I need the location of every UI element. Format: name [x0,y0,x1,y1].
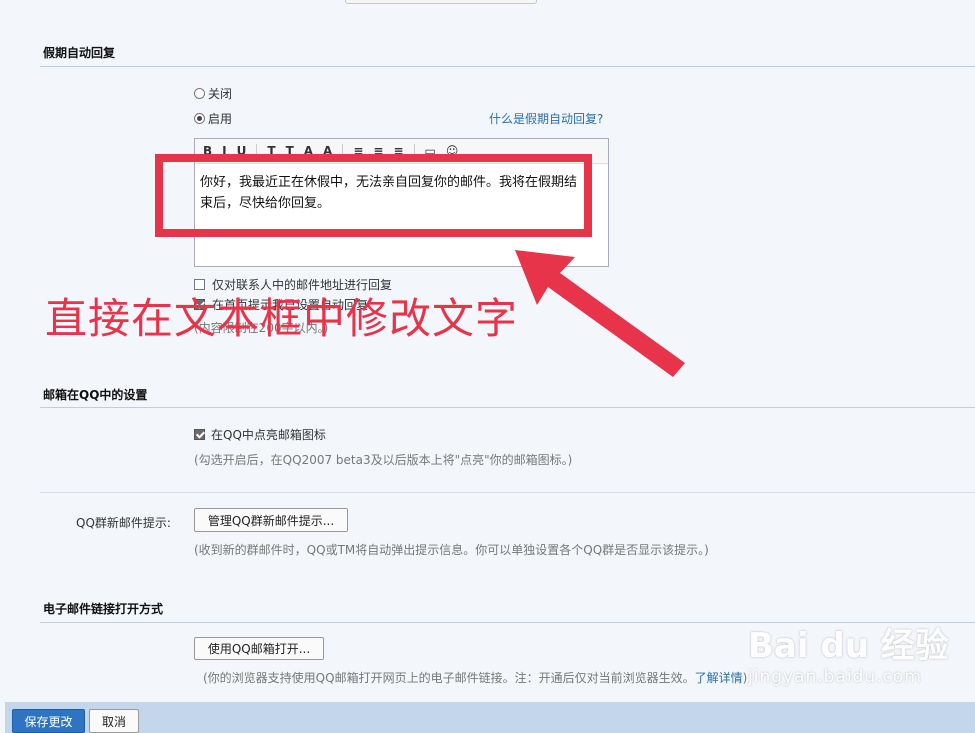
qq-settings-section-title: 邮箱在QQ中的设置 [43,388,148,402]
vacation-section-title: 假期自动回复 [43,46,116,60]
qq-group-label: QQ群新邮件提示: [76,516,171,530]
annotation-arrow-icon [515,250,685,377]
baidu-watermark-logo: Bai du 经验 [748,626,949,666]
vacation-off-label: 关闭 [208,87,233,101]
vacation-on-option[interactable]: 启用 [194,110,232,127]
email-link-section-title: 电子邮件链接打开方式 [43,602,164,616]
footer-bar [5,702,975,733]
vacation-off-option[interactable]: 关闭 [194,85,232,102]
qq-settings-divider [40,407,975,408]
qq-group-hint: (收到新的群邮件时，QQ或TM将自动弹出提示信息。你可以单独设置各个QQ群是否显… [194,543,709,557]
use-qq-mail-button[interactable]: 使用QQ邮箱打开... [194,637,324,660]
save-changes-button[interactable]: 保存更改 [12,709,85,733]
email-link-hint: (你的浏览器支持使用QQ邮箱打开网页上的电子邮件链接。注：开通后仅对当前浏览器生… [203,671,695,685]
baidu-watermark-url: jingyan.baidu.com [748,667,922,687]
qq-group-divider [40,492,975,493]
vacation-on-label: 启用 [208,112,233,126]
vacation-on-radio[interactable] [194,113,205,124]
cancel-button[interactable]: 取消 [89,709,139,733]
annotation-arrow-shape [515,250,685,377]
highlight-icon-option[interactable]: 在QQ中点亮邮箱图标 [194,426,326,443]
annotation-text: 直接在文本框中修改文字 [45,294,519,343]
highlight-icon-checkbox[interactable] [194,429,205,440]
vacation-help-link[interactable]: 什么是假期自动回复? [489,110,603,127]
email-link-hint-end: ) [742,671,748,685]
manage-qq-group-button[interactable]: 管理QQ群新邮件提示... [194,508,348,532]
annotation-highlight-box [155,154,592,237]
vacation-off-radio[interactable] [194,88,205,99]
email-link-hint-row: (你的浏览器支持使用QQ邮箱打开网页上的电子邮件链接。注：开通后仅对当前浏览器生… [203,669,747,686]
vacation-section-divider [40,66,975,67]
learn-more-link[interactable]: 了解详情 [695,671,743,685]
highlight-icon-label: 在QQ中点亮邮箱图标 [211,428,326,442]
top-partial-button[interactable] [345,0,537,4]
highlight-icon-hint: (勾选开启后，在QQ2007 beta3及以后版本上将"点亮"你的邮箱图标。) [194,453,573,467]
baidu-watermark: Bai du 经验 jingyan.baidu.com [748,618,949,687]
